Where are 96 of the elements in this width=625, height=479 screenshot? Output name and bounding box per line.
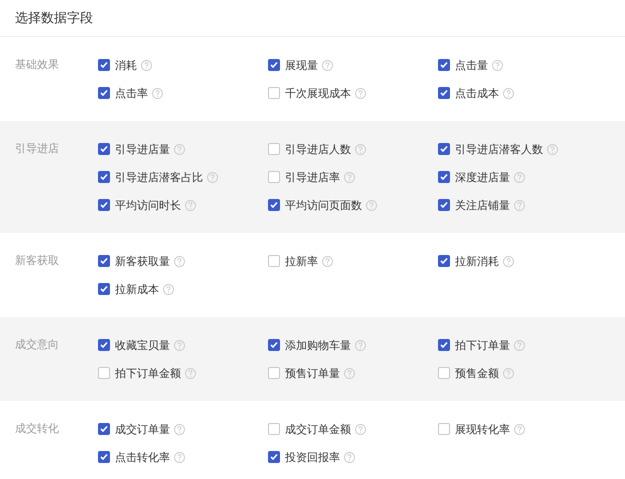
checkbox[interactable] bbox=[438, 87, 450, 99]
checkbox[interactable] bbox=[268, 451, 280, 463]
checkbox[interactable] bbox=[98, 59, 110, 71]
field-label: 引导进店率 bbox=[285, 170, 340, 184]
checkbox[interactable] bbox=[438, 171, 450, 183]
checkbox[interactable] bbox=[98, 87, 110, 99]
checkbox[interactable] bbox=[438, 339, 450, 351]
checkbox[interactable] bbox=[438, 255, 450, 267]
field-label: 拍下订单量 bbox=[455, 338, 510, 352]
help-icon[interactable] bbox=[366, 200, 377, 210]
checkbox[interactable] bbox=[268, 59, 280, 71]
field-label: 引导进店潜客占比 bbox=[115, 170, 203, 184]
field-label: 平均访问页面数 bbox=[285, 198, 362, 212]
field-label: 点击率 bbox=[115, 86, 148, 100]
field-label: 消耗 bbox=[115, 58, 137, 72]
checkbox[interactable] bbox=[268, 367, 280, 379]
help-icon[interactable] bbox=[322, 60, 333, 70]
field-label: 投资回报率 bbox=[285, 450, 340, 464]
help-icon[interactable] bbox=[503, 256, 514, 266]
help-icon[interactable] bbox=[355, 144, 366, 154]
help-icon[interactable] bbox=[322, 256, 333, 266]
help-icon[interactable] bbox=[174, 144, 185, 154]
checkbox[interactable] bbox=[438, 59, 450, 71]
field-label: 拉新消耗 bbox=[455, 254, 499, 268]
panel-title: 选择数据字段 bbox=[15, 10, 93, 27]
field-label: 平均访问时长 bbox=[115, 198, 181, 212]
help-icon[interactable] bbox=[185, 368, 196, 378]
field-label: 新客获取量 bbox=[115, 254, 170, 268]
field-label: 成交订单量 bbox=[115, 422, 170, 436]
field-label: 点击成本 bbox=[455, 86, 499, 100]
field-label: 关注店铺量 bbox=[455, 198, 510, 212]
checkbox[interactable] bbox=[98, 339, 110, 351]
help-icon[interactable] bbox=[492, 60, 503, 70]
field-label: 深度进店量 bbox=[455, 170, 510, 184]
field-label: 点击转化率 bbox=[115, 450, 170, 464]
section-label: 引导进店 bbox=[15, 141, 60, 157]
field-label: 收藏宝贝量 bbox=[115, 338, 170, 352]
help-icon[interactable] bbox=[174, 424, 185, 434]
checkbox[interactable] bbox=[268, 143, 280, 155]
help-icon[interactable] bbox=[207, 172, 218, 182]
checkbox[interactable] bbox=[98, 283, 110, 295]
checkbox[interactable] bbox=[268, 199, 280, 211]
help-icon[interactable] bbox=[163, 284, 174, 294]
help-icon[interactable] bbox=[174, 340, 185, 350]
help-icon[interactable] bbox=[355, 88, 366, 98]
checkbox[interactable] bbox=[98, 255, 110, 267]
checkbox[interactable] bbox=[98, 423, 110, 435]
section-label: 新客获取 bbox=[15, 253, 60, 269]
field-label: 展现量 bbox=[285, 58, 318, 72]
field-label: 成交订单金额 bbox=[285, 422, 351, 436]
help-icon[interactable] bbox=[344, 172, 355, 182]
checkbox[interactable] bbox=[98, 171, 110, 183]
field-label: 展现转化率 bbox=[455, 422, 510, 436]
field-label: 拉新率 bbox=[285, 254, 318, 268]
help-icon[interactable] bbox=[547, 144, 558, 154]
field-label: 预售金额 bbox=[455, 366, 499, 380]
checkbox[interactable] bbox=[268, 171, 280, 183]
section-label: 成交意向 bbox=[15, 337, 60, 353]
checkbox[interactable] bbox=[98, 199, 110, 211]
help-icon[interactable] bbox=[514, 340, 525, 350]
help-icon[interactable] bbox=[355, 424, 366, 434]
section-label: 成交转化 bbox=[15, 421, 60, 437]
field-label: 千次展现成本 bbox=[285, 86, 351, 100]
help-icon[interactable] bbox=[174, 452, 185, 462]
help-icon[interactable] bbox=[355, 340, 366, 350]
help-icon[interactable] bbox=[503, 368, 514, 378]
checkbox[interactable] bbox=[268, 423, 280, 435]
help-icon[interactable] bbox=[174, 256, 185, 266]
checkbox[interactable] bbox=[438, 367, 450, 379]
help-icon[interactable] bbox=[514, 424, 525, 434]
checkbox[interactable] bbox=[98, 367, 110, 379]
help-icon[interactable] bbox=[344, 452, 355, 462]
checkbox[interactable] bbox=[268, 87, 280, 99]
help-icon[interactable] bbox=[514, 172, 525, 182]
help-icon[interactable] bbox=[141, 60, 152, 70]
field-label: 点击量 bbox=[455, 58, 488, 72]
checkbox[interactable] bbox=[98, 451, 110, 463]
section-label: 基础效果 bbox=[15, 57, 60, 73]
field-label: 引导进店人数 bbox=[285, 142, 351, 156]
help-icon[interactable] bbox=[503, 88, 514, 98]
field-label: 预售订单量 bbox=[285, 366, 340, 380]
help-icon[interactable] bbox=[152, 88, 163, 98]
checkbox[interactable] bbox=[98, 143, 110, 155]
checkbox[interactable] bbox=[438, 143, 450, 155]
field-label: 引导进店潜客人数 bbox=[455, 142, 543, 156]
checkbox[interactable] bbox=[268, 255, 280, 267]
field-label: 添加购物车量 bbox=[285, 338, 351, 352]
field-label: 拍下订单金额 bbox=[115, 366, 181, 380]
help-icon[interactable] bbox=[344, 368, 355, 378]
checkbox[interactable] bbox=[438, 199, 450, 211]
help-icon[interactable] bbox=[514, 200, 525, 210]
help-icon[interactable] bbox=[185, 200, 196, 210]
checkbox[interactable] bbox=[438, 423, 450, 435]
field-label: 拉新成本 bbox=[115, 282, 159, 296]
checkbox[interactable] bbox=[268, 339, 280, 351]
field-label: 引导进店量 bbox=[115, 142, 170, 156]
